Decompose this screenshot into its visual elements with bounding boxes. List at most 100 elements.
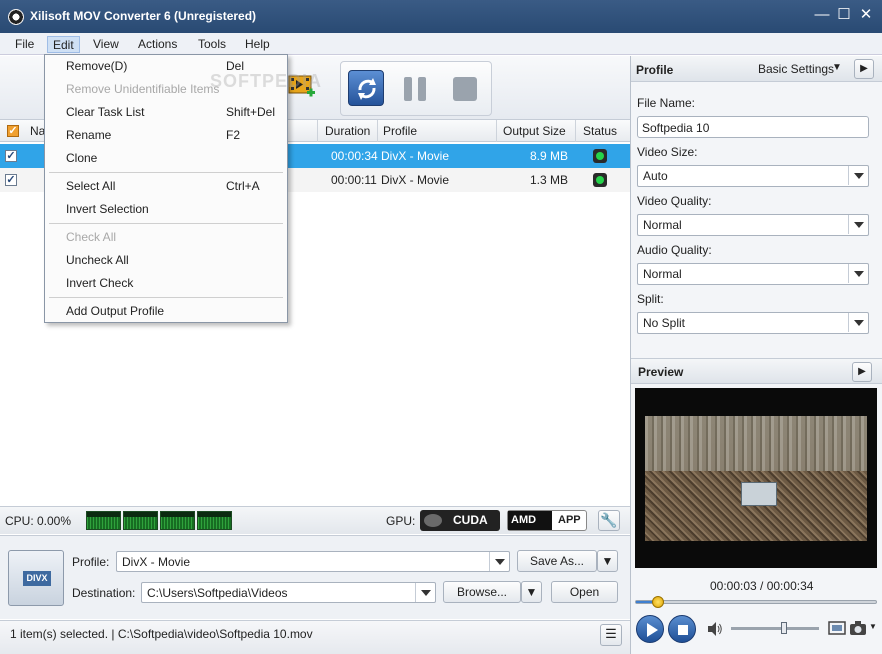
menu-select-all[interactable]: Select All (66, 177, 115, 195)
video-quality-value: Normal (643, 218, 682, 232)
basic-settings-dropdown[interactable]: Basic Settings (758, 62, 834, 76)
split-select[interactable]: No Split (637, 312, 869, 334)
column-separator (575, 120, 576, 142)
audio-quality-select[interactable]: Normal (637, 263, 869, 285)
camera-icon[interactable] (849, 620, 867, 636)
menu-separator (49, 297, 283, 298)
right-panel: Profile Basic Settings ▼ ▶ File Name: So… (630, 56, 882, 654)
volume-thumb[interactable] (780, 622, 787, 634)
chevron-down-icon[interactable] (489, 552, 509, 571)
status-text: 1 item(s) selected. | C:\Softpedia\video… (10, 627, 313, 641)
convert-button[interactable] (348, 70, 384, 106)
file-name-value: Softpedia 10 (642, 121, 710, 135)
close-button[interactable]: ✕ (856, 6, 876, 24)
trees-texture (645, 416, 867, 476)
chevron-down-icon[interactable] (848, 215, 868, 234)
volume-slider[interactable] (731, 622, 819, 634)
seek-thumb[interactable] (651, 596, 664, 608)
column-separator (377, 120, 378, 142)
log-icon[interactable]: ☰ (600, 624, 622, 646)
wrench-icon[interactable]: 🔧 (598, 510, 620, 531)
volume-icon[interactable] (707, 621, 723, 637)
destination-label: Destination: (72, 586, 136, 600)
minimize-button[interactable]: — (812, 6, 832, 24)
column-duration[interactable]: Duration (325, 124, 370, 138)
chevron-down-icon[interactable] (848, 264, 868, 283)
preview-title: Preview (638, 365, 684, 379)
profile-format-icon[interactable]: DIVX (8, 550, 64, 606)
window-title: Xilisoft MOV Converter 6 (Unregistered) (30, 9, 257, 23)
menu-invert-selection[interactable]: Invert Selection (66, 200, 149, 218)
profile-select[interactable]: DivX - Movie (116, 551, 510, 572)
cpu-gpu-bar: CPU: 0.00% GPU: CUDA AMD APP 🔧 (0, 506, 630, 534)
browse-dropdown[interactable]: ▼ (521, 581, 542, 603)
menu-add-output-profile[interactable]: Add Output Profile (66, 302, 164, 320)
expand-arrow-icon[interactable]: ▶ (852, 362, 872, 382)
menu-uncheck-all[interactable]: Uncheck All (66, 251, 129, 269)
menu-help[interactable]: Help (240, 36, 275, 53)
expand-arrow-icon[interactable]: ▶ (854, 59, 874, 79)
row-checkbox[interactable]: ✓ (5, 150, 17, 162)
save-as-dropdown[interactable]: ▼ (597, 550, 618, 572)
column-status[interactable]: Status (583, 124, 617, 138)
edit-menu-dropdown: SOFTPEDIA Remove(D) Del Remove Unidentif… (44, 54, 321, 323)
chevron-down-icon[interactable]: ▼ (832, 62, 842, 73)
maximize-button[interactable]: ☐ (834, 6, 854, 24)
app-icon (8, 9, 24, 25)
play-button[interactable] (636, 615, 664, 643)
divx-badge: DIVX (23, 571, 51, 586)
time-display: 00:00:03 / 00:00:34 (710, 579, 814, 593)
video-size-value: Auto (643, 169, 668, 183)
stop-button[interactable] (668, 615, 696, 643)
menu-clone[interactable]: Clone (66, 149, 97, 167)
chevron-down-icon[interactable] (848, 313, 868, 332)
chevron-down-icon[interactable]: ▼ (869, 622, 877, 631)
destination-select[interactable]: C:\Users\Softpedia\Videos (141, 582, 436, 603)
video-quality-select[interactable]: Normal (637, 214, 869, 236)
chevron-down-icon[interactable] (848, 166, 868, 185)
save-as-button[interactable]: Save As... (517, 550, 597, 572)
video-size-label: Video Size: (637, 145, 698, 159)
file-name-input[interactable]: Softpedia 10 (637, 116, 869, 138)
video-size-select[interactable]: Auto (637, 165, 869, 187)
menu-invert-check[interactable]: Invert Check (66, 274, 133, 292)
menu-tools[interactable]: Tools (193, 36, 231, 53)
split-value: No Split (643, 316, 686, 330)
check-all-checkbox[interactable]: ✓ (7, 125, 19, 137)
title-bar: Xilisoft MOV Converter 6 (Unregistered) … (0, 0, 882, 33)
fullscreen-icon[interactable] (828, 620, 846, 636)
menu-clear-task-list[interactable]: Clear Task List (66, 103, 144, 121)
menu-view[interactable]: View (88, 36, 124, 53)
chevron-down-icon[interactable] (415, 583, 435, 602)
menu-separator (49, 172, 283, 173)
column-profile[interactable]: Profile (383, 124, 417, 138)
amd-app-button[interactable]: AMD APP (507, 510, 587, 531)
gpu-label: GPU: (386, 514, 416, 528)
open-button[interactable]: Open (551, 581, 618, 603)
column-output-size[interactable]: Output Size (503, 124, 566, 138)
cpu-graph (123, 511, 158, 530)
amd-label: AMD (508, 511, 552, 530)
menu-check-all[interactable]: Check All (66, 228, 116, 246)
menu-actions[interactable]: Actions (133, 36, 182, 53)
seek-bar[interactable] (635, 596, 877, 608)
video-frame (645, 416, 867, 541)
destination-value: C:\Users\Softpedia\Videos (147, 586, 288, 600)
stop-icon[interactable] (452, 76, 478, 102)
row-profile: DivX - Movie (381, 173, 450, 187)
menu-rename[interactable]: Rename (66, 126, 111, 144)
row-checkbox[interactable]: ✓ (5, 174, 17, 186)
cuda-button[interactable]: CUDA (420, 510, 500, 531)
menu-remove-unidentifiable[interactable]: Remove Unidentifiable Items (66, 80, 219, 98)
cpu-graph (197, 511, 232, 530)
row-duration: 00:00:34 (331, 149, 378, 163)
video-preview (635, 388, 877, 568)
split-label: Split: (637, 292, 664, 306)
menu-file[interactable]: File (10, 36, 39, 53)
menu-edit[interactable]: Edit (47, 36, 80, 53)
status-ok-icon (593, 149, 607, 163)
pause-icon[interactable] (403, 76, 429, 102)
cuda-label: CUDA (453, 513, 488, 527)
browse-button[interactable]: Browse... (443, 581, 521, 603)
menu-remove[interactable]: Remove(D) (66, 57, 127, 75)
